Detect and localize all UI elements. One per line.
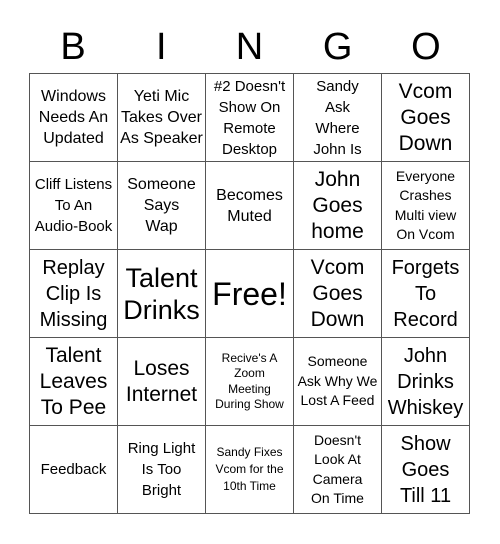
cell-text: Sandy Ask Where John Is	[313, 77, 362, 158]
cell-text: Doesn't Look At Camera On Time	[311, 431, 364, 507]
cell-text: John Goes home	[311, 167, 364, 243]
bingo-cell[interactable]: Everyone Crashes Multi view On Vcom	[382, 162, 470, 250]
bingo-cell[interactable]: Replay Clip Is Missing	[30, 250, 118, 338]
free-space[interactable]: Free!	[206, 250, 294, 338]
bingo-cell[interactable]: John Drinks Whiskey	[382, 338, 470, 426]
cell-text: Yeti Mic Takes Over As Speaker	[120, 88, 203, 147]
cell-text: Replay Clip Is Missing	[39, 256, 108, 331]
bingo-cell[interactable]: Yeti Mic Takes Over As Speaker	[118, 74, 206, 162]
header-letter-i: I	[156, 26, 167, 68]
bingo-cell[interactable]: Show Goes Till 11	[382, 426, 470, 514]
bingo-cell[interactable]: John Goes home	[294, 162, 382, 250]
cell-text: Free!	[212, 275, 287, 312]
cell-text: Feedback	[40, 461, 107, 478]
cell-text: Forgets To Record	[391, 256, 460, 331]
cell-text: #2 Doesn't Show On Remote Desktop	[213, 77, 286, 158]
bingo-cell[interactable]: Ring Light Is Too Bright	[118, 426, 206, 514]
bingo-cell[interactable]: Sandy Fixes Vcom for the 10th Time	[206, 426, 294, 514]
bingo-cell[interactable]: Talent Leaves To Pee	[30, 338, 118, 426]
bingo-cell[interactable]: Vcom Goes Down	[382, 74, 470, 162]
bingo-cell[interactable]: #2 Doesn't Show On Remote Desktop	[206, 74, 294, 162]
cell-text: Windows Needs An Updated	[38, 88, 109, 147]
cell-text: John Drinks Whiskey	[387, 344, 464, 419]
header-letter-g: G	[322, 26, 353, 68]
header-letter-n: N	[235, 26, 264, 68]
cell-text: Sandy Fixes Vcom for the 10th Time	[215, 445, 284, 493]
cell-text: Ring Light Is Too Bright	[127, 440, 196, 499]
bingo-cell[interactable]: Vcom Goes Down	[294, 250, 382, 338]
cell-text: Becomes Muted	[216, 186, 283, 225]
cell-text: Everyone Crashes Multi view On Vcom	[394, 167, 457, 243]
bingo-cell[interactable]: Talent Drinks	[118, 250, 206, 338]
bingo-cell[interactable]: Recive's A Zoom Meeting During Show	[206, 338, 294, 426]
cell-text: Recive's A Zoom Meeting During Show	[215, 350, 284, 412]
cell-text: Cliff Listens To An Audio-Book	[34, 176, 113, 235]
bingo-cell[interactable]: Cliff Listens To An Audio-Book	[30, 162, 118, 250]
bingo-cell[interactable]: Becomes Muted	[206, 162, 294, 250]
cell-text: Talent Leaves To Pee	[39, 343, 108, 419]
bingo-cell[interactable]: Windows Needs An Updated	[30, 74, 118, 162]
bingo-cell[interactable]: Sandy Ask Where John Is	[294, 74, 382, 162]
bingo-cell[interactable]: Doesn't Look At Camera On Time	[294, 426, 382, 514]
bingo-header: B I N G O	[29, 22, 470, 72]
bingo-card: Windows Needs An Updated Yeti Mic Takes …	[29, 73, 470, 514]
bingo-cell[interactable]: Feedback	[30, 426, 118, 514]
bingo-cell[interactable]: Someone Says Wap	[118, 162, 206, 250]
cell-text: Talent Drinks	[123, 262, 200, 325]
cell-text: Loses Internet	[125, 356, 198, 406]
cell-text: Vcom Goes Down	[398, 79, 453, 155]
cell-text: Someone Says Wap	[127, 176, 196, 235]
header-letter-b: B	[60, 26, 86, 68]
cell-text: Vcom Goes Down	[310, 255, 365, 331]
bingo-cell[interactable]: Forgets To Record	[382, 250, 470, 338]
header-letter-o: O	[411, 26, 441, 68]
cell-text: Someone Ask Why We Lost A Feed	[297, 353, 378, 409]
cell-text: Show Goes Till 11	[399, 432, 452, 507]
bingo-cell[interactable]: Someone Ask Why We Lost A Feed	[294, 338, 382, 426]
bingo-cell[interactable]: Loses Internet	[118, 338, 206, 426]
